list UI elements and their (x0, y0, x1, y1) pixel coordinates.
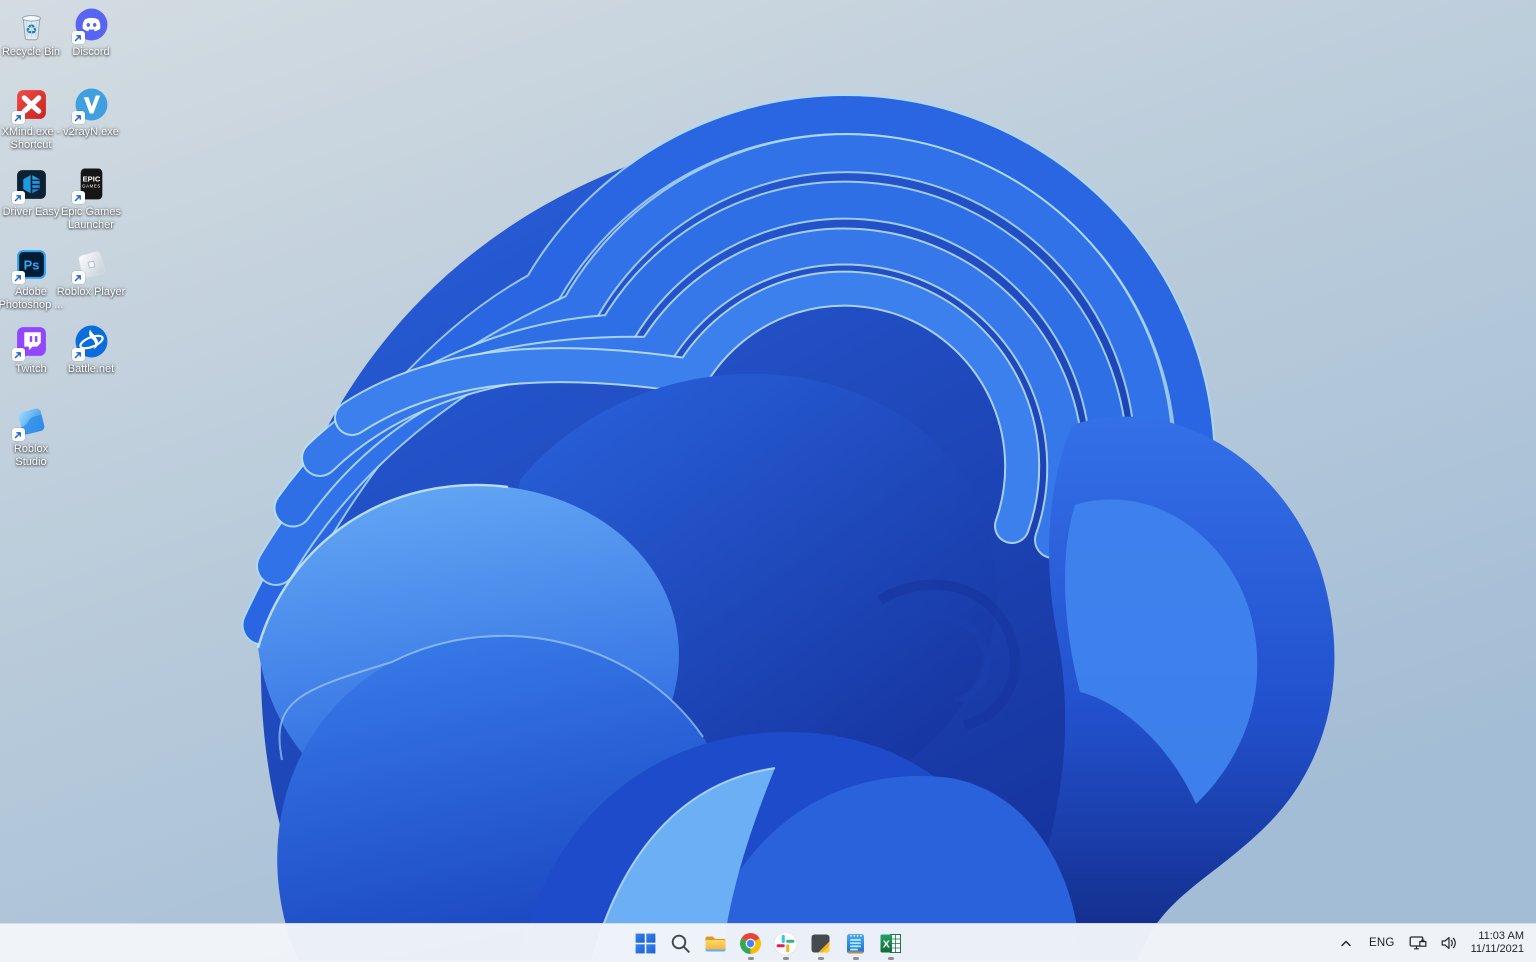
icon-label: Driver Easy (2, 206, 60, 218)
recycle-bin-icon: ♻ (13, 6, 50, 43)
epic-games-icon: EPIC GAMES (71, 166, 110, 204)
svg-text:EPIC: EPIC (82, 174, 100, 183)
v2rayn-icon (71, 86, 110, 124)
chevron-up-icon (1341, 940, 1351, 947)
excel-button[interactable]: X (873, 924, 908, 962)
shortcut-arrow-icon (11, 111, 25, 124)
desktop-icon-roblox-player[interactable]: Roblox Player (56, 246, 126, 299)
start-button[interactable] (628, 924, 663, 962)
search-button[interactable] (663, 924, 698, 962)
shortcut-arrow-icon (11, 348, 25, 361)
desktop-icon-photoshop[interactable]: Ps Adobe Photoshop ... (0, 246, 64, 312)
sticky-notes-button[interactable] (803, 924, 838, 962)
icon-label: XMind.exe - Shortcut (1, 126, 61, 151)
network-button[interactable] (1403, 924, 1434, 962)
shortcut-arrow-icon (71, 348, 85, 361)
desktop-icon-v2rayn[interactable]: v2rayN.exe (60, 86, 122, 139)
running-indicator (817, 957, 824, 960)
shortcut-arrow-icon (71, 111, 85, 124)
tray-clock[interactable]: 11:03 AM 11/11/2021 (1463, 930, 1524, 957)
notepad-button[interactable] (838, 924, 873, 962)
chrome-icon (740, 932, 761, 954)
shortcut-arrow-icon (71, 191, 85, 204)
slack-icon (773, 931, 798, 955)
desktop-icon-twitch[interactable]: Twitch (0, 323, 62, 376)
desktop-icon-epic-games[interactable]: EPIC GAMES Epic Games Launcher (60, 166, 122, 232)
svg-text:GAMES: GAMES (82, 184, 101, 189)
tray-date: 11/11/2021 (1470, 943, 1524, 955)
roblox-player-icon (71, 246, 110, 284)
volume-button[interactable] (1434, 924, 1463, 962)
icon-label: Battle.net (67, 363, 115, 375)
icon-label: Recycle Bin (1, 46, 61, 58)
notepad-icon (847, 933, 864, 953)
file-explorer-button[interactable] (698, 924, 733, 962)
ethernet-network-icon (1409, 936, 1426, 950)
desktop-icon-roblox-studio[interactable]: Roblox Studio (0, 403, 62, 469)
icon-label: Roblox Player (56, 286, 126, 298)
desktop-icon-driver-easy[interactable]: Driver Easy (0, 166, 62, 219)
battle-net-icon (71, 323, 110, 361)
icon-label: Adobe Photoshop ... (0, 286, 64, 311)
icon-label: Roblox Studio (13, 443, 49, 468)
sticky-notes-icon (811, 934, 830, 952)
running-indicator (782, 957, 789, 960)
discord-icon (71, 6, 110, 44)
xmind-icon (11, 86, 50, 124)
desktop-icon-xmind[interactable]: XMind.exe - Shortcut (0, 86, 62, 152)
speaker-icon (1441, 937, 1456, 949)
twitch-icon (11, 323, 50, 361)
windows-logo-icon (635, 933, 656, 953)
shortcut-arrow-icon (11, 428, 25, 441)
system-tray: ENG 11:03 AM 11/11/2021 (1331, 924, 1536, 962)
shortcut-arrow-icon (71, 271, 85, 284)
svg-text:Ps: Ps (23, 258, 39, 273)
tray-time: 11:03 AM (1478, 929, 1524, 942)
running-indicator (852, 957, 859, 960)
photoshop-icon: Ps (11, 246, 50, 284)
tray-chevron-button[interactable] (1331, 924, 1361, 962)
shortcut-arrow-icon (11, 191, 25, 204)
desktop-icon-discord[interactable]: Discord (60, 6, 122, 59)
wallpaper-bloom (0, 0, 1536, 962)
slack-button[interactable] (768, 924, 803, 962)
desktop-icon-battle-net[interactable]: Battle.net (60, 323, 122, 376)
svg-text:X: X (883, 938, 890, 950)
shortcut-arrow-icon (71, 31, 85, 44)
svg-text:♻: ♻ (25, 23, 37, 38)
excel-icon: X (880, 933, 901, 953)
file-explorer-icon (705, 936, 726, 951)
driver-easy-icon (11, 166, 50, 204)
icon-label: Twitch (15, 363, 47, 375)
taskbar: X ENG 11:03 AM 11/11/2021 (0, 923, 1536, 962)
desktop-icon-recycle-bin[interactable]: ♻ Recycle Bin (0, 6, 62, 59)
roblox-studio-icon (11, 403, 50, 441)
taskbar-center-group: X (628, 924, 908, 962)
search-icon (671, 934, 690, 953)
icon-label: v2rayN.exe (63, 126, 119, 138)
shortcut-arrow-icon (11, 271, 25, 284)
language-indicator[interactable]: ENG (1361, 924, 1403, 962)
icon-label: Epic Games Launcher (61, 206, 121, 231)
running-indicator (747, 957, 754, 960)
running-indicator (887, 957, 894, 960)
icon-label: Discord (72, 46, 110, 58)
chrome-button[interactable] (733, 924, 768, 962)
